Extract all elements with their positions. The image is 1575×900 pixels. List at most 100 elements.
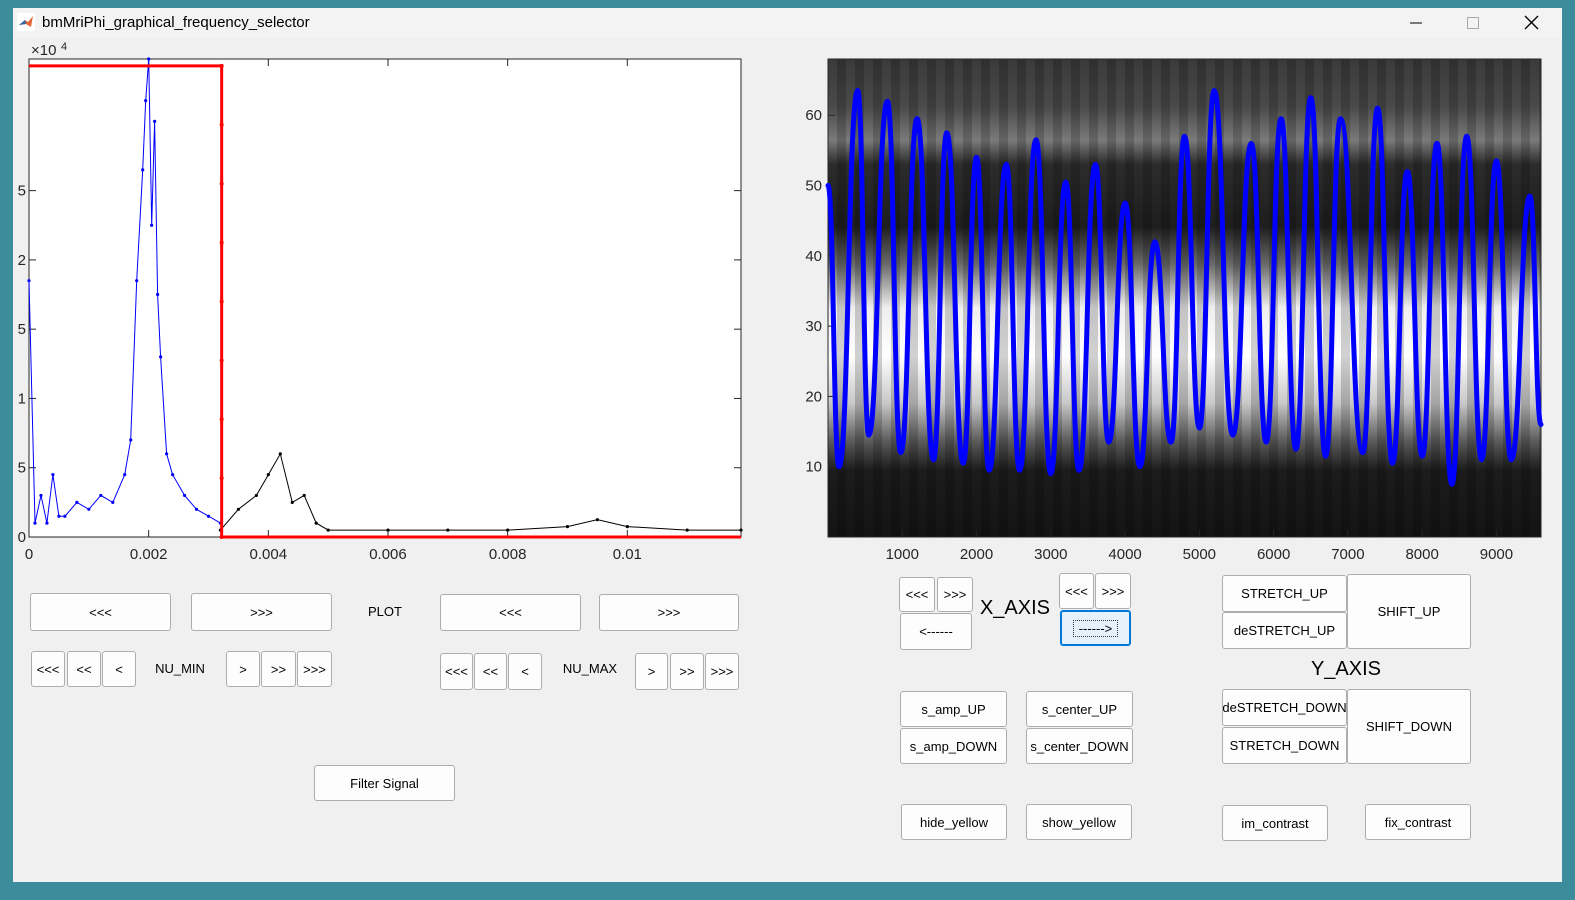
x-tick-label: 6000 (1257, 546, 1290, 563)
spectrum-point (129, 438, 133, 442)
spectrum-point (182, 493, 187, 498)
selection-marker (219, 299, 224, 304)
s-amp-down-button[interactable]: s_amp_DOWN (900, 728, 1007, 764)
destretch-down-button[interactable]: deSTRETCH_DOWN (1222, 689, 1347, 726)
y-tick-label: 5 (18, 183, 26, 200)
close-icon[interactable] (1508, 8, 1554, 38)
title-bar: bmMriPhi_graphical_frequency_selector (13, 8, 1562, 38)
y-tick-label: 30 (805, 318, 822, 335)
y-tick-label: 60 (805, 107, 822, 124)
image-overlay-chart[interactable]: 1000 2000 3000 4000 5000 6000 7000 8000 9000 10 20… (783, 38, 1562, 578)
spectrum-point (63, 514, 67, 518)
spectrum-point (99, 493, 103, 498)
selection-marker (219, 181, 224, 186)
spectrum-point (194, 507, 199, 511)
selection-marker (219, 63, 224, 68)
image-texture (828, 59, 1541, 537)
spectrum-point (506, 528, 510, 532)
hide-yellow-button[interactable]: hide_yellow (901, 804, 1007, 840)
x-left-group-forward-button[interactable]: >>> (937, 577, 973, 612)
shift-down-button[interactable]: SHIFT_DOWN (1347, 689, 1471, 764)
nu-min-back-3-button[interactable]: <<< (31, 651, 65, 687)
x-right-group-forward-button[interactable]: >>> (1095, 573, 1131, 609)
x-shift-right-button[interactable]: ------> (1060, 610, 1131, 646)
plot-right-fast-forward-button[interactable]: >>> (599, 594, 739, 631)
spectrum-point (33, 521, 37, 525)
y-tick-label: 40 (805, 248, 822, 265)
x-right-group-back-button[interactable]: <<< (1059, 573, 1094, 609)
spectrum-point (27, 279, 31, 283)
x-shift-left-button[interactable]: <------ (900, 613, 972, 650)
y-tick-label: 2 (18, 252, 26, 269)
x-tick-label: 4000 (1108, 546, 1141, 563)
destretch-up-button[interactable]: deSTRETCH_UP (1222, 612, 1347, 649)
y-tick-label: 5 (18, 460, 26, 477)
x-tick-label: 5000 (1183, 546, 1216, 563)
spectrum-point (87, 507, 91, 511)
nu-max-back-2-button[interactable]: << (474, 653, 507, 690)
shift-up-button[interactable]: SHIFT_UP (1347, 574, 1471, 649)
spectrum-point (314, 521, 318, 525)
y-tick-label: 20 (805, 388, 822, 405)
plot-left-fast-forward-button[interactable]: >>> (191, 593, 332, 631)
spectrum-point (141, 168, 145, 172)
selection-marker (219, 417, 224, 422)
nu-max-forward-1-button[interactable]: > (635, 653, 668, 690)
fix-contrast-button[interactable]: fix_contrast (1365, 804, 1471, 840)
x-tick-label: 0 (25, 546, 33, 563)
selection-marker (219, 122, 224, 127)
stretch-up-button[interactable]: STRETCH_UP (1222, 575, 1347, 612)
x-tick-label: 9000 (1480, 546, 1513, 563)
filter-signal-button[interactable]: Filter Signal (314, 765, 455, 801)
plot-right-fast-back-button[interactable]: <<< (440, 594, 581, 631)
spectrum-point (147, 57, 151, 61)
x-tick-label: 0.008 (489, 546, 527, 563)
spectrum-point (45, 521, 49, 525)
minimize-icon[interactable] (1393, 8, 1439, 38)
nu-max-label: NU_MAX (562, 661, 618, 676)
spectrum-point (625, 525, 629, 529)
maximize-icon[interactable] (1450, 8, 1496, 38)
x-tick-label: 1000 (886, 546, 919, 563)
spectrum-point (326, 528, 330, 532)
nu-min-back-1-button[interactable]: < (102, 651, 136, 687)
selection-marker (219, 535, 224, 539)
nu-min-back-2-button[interactable]: << (67, 651, 101, 687)
spectrum-point (111, 500, 115, 504)
nu-max-back-3-button[interactable]: <<< (440, 653, 473, 690)
x-tick-label: 0.006 (369, 546, 407, 563)
x-axis-label: X_AXIS (979, 597, 1051, 619)
show-yellow-button[interactable]: show_yellow (1026, 804, 1132, 840)
s-center-down-button[interactable]: s_center_DOWN (1026, 728, 1133, 764)
spectrum-point (565, 525, 570, 529)
spectrum-point (123, 473, 127, 477)
nu-max-back-1-button[interactable]: < (508, 653, 542, 690)
nu-min-forward-2-button[interactable]: >> (261, 651, 296, 687)
y-exponent-label: ×10 (31, 42, 56, 59)
x-tick-label: 3000 (1034, 546, 1067, 563)
spectrum-point (236, 507, 241, 511)
nu-min-forward-1-button[interactable]: > (226, 651, 260, 687)
spectrum-point (165, 452, 169, 456)
spectrum-point (75, 500, 79, 504)
spectrum-point (135, 279, 139, 283)
stretch-down-button[interactable]: STRETCH_DOWN (1222, 727, 1347, 764)
spectrum-point (278, 452, 282, 456)
im-contrast-button[interactable]: im_contrast (1222, 805, 1328, 841)
spectrum-point (595, 518, 600, 522)
nu-max-forward-3-button[interactable]: >>> (705, 653, 739, 690)
spectrum-point (290, 500, 294, 504)
s-amp-up-button[interactable]: s_amp_UP (900, 691, 1007, 727)
y-tick-label: 1 (18, 390, 26, 407)
spectrum-point (170, 473, 175, 477)
spectrum-point (254, 493, 258, 498)
spectrum-point (39, 493, 43, 498)
x-left-group-back-button[interactable]: <<< (899, 577, 935, 612)
spectrum-point (51, 473, 55, 477)
nu-min-forward-3-button[interactable]: >>> (297, 651, 332, 687)
frequency-spectrum-chart[interactable]: 0 0.002 0.004 0.006 0.008 0.01 0 5 1 5 2 5 ×10 4 (13, 38, 773, 578)
nu-max-forward-2-button[interactable]: >> (670, 653, 704, 690)
y-exponent-power: 4 (61, 41, 67, 53)
plot-left-fast-back-button[interactable]: <<< (30, 593, 171, 631)
s-center-up-button[interactable]: s_center_UP (1026, 691, 1133, 727)
